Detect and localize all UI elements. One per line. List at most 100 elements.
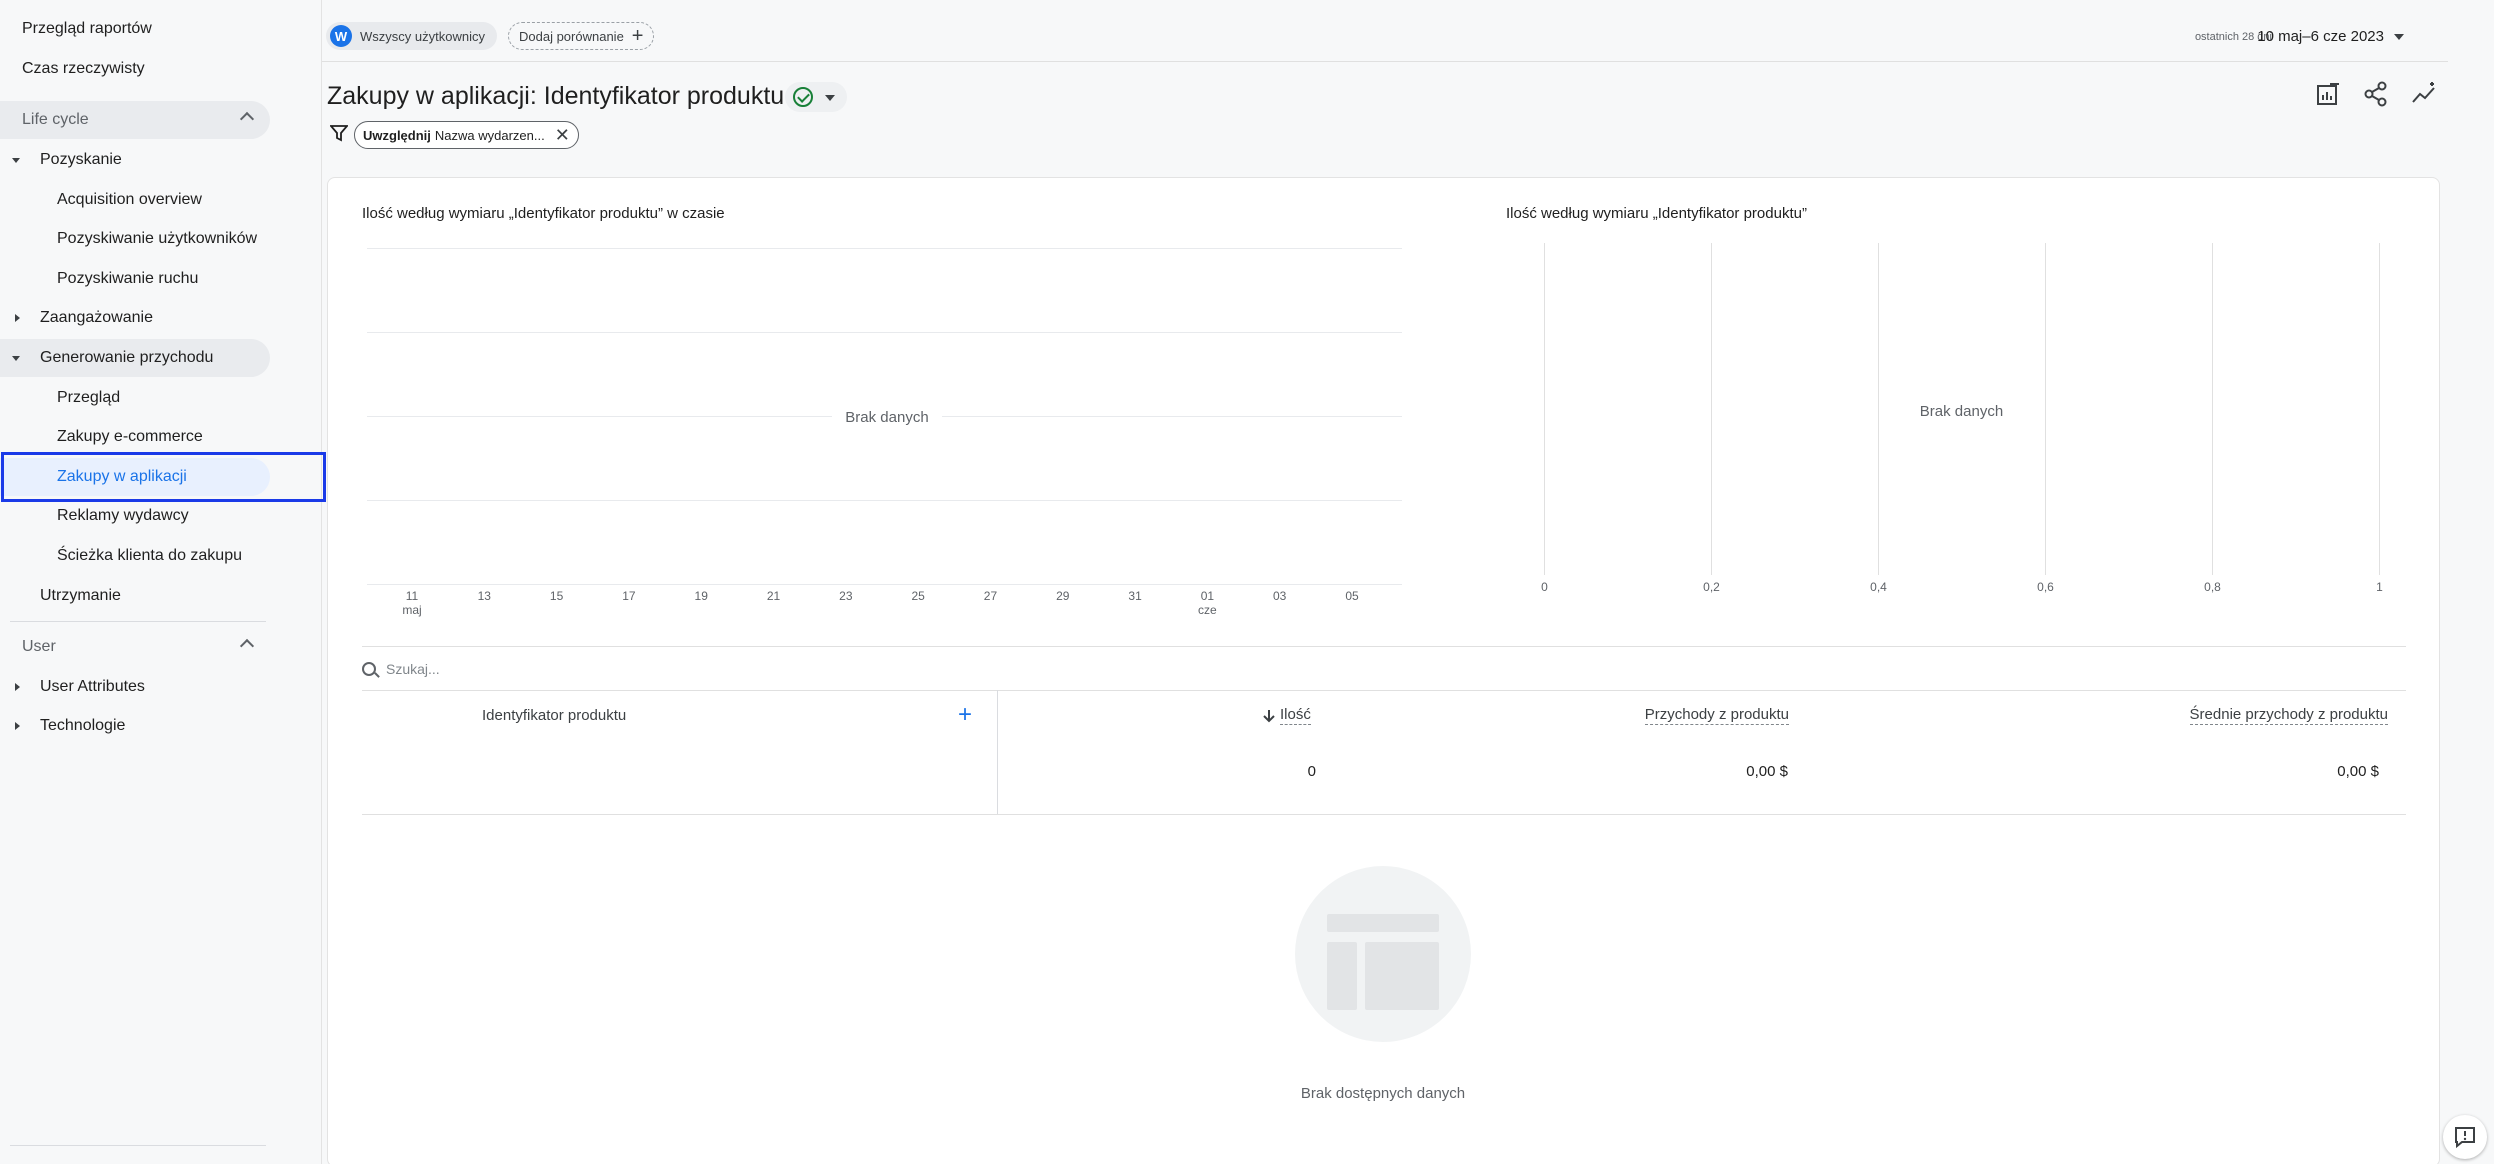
sidebar: Przegląd raportów Czas rzeczywisty Life … xyxy=(0,0,322,1164)
sidebar-item-label: User Attributes xyxy=(40,678,145,695)
sidebar-item-purchase-journey[interactable]: Ścieżka klienta do zakupu xyxy=(0,537,270,575)
caret-right-icon xyxy=(15,722,20,730)
sidebar-item-label: Zaangażowanie xyxy=(40,309,153,326)
no-data-label: Brak danych xyxy=(1920,403,2003,420)
sidebar-item-publisher-ads[interactable]: Reklamy wydawcy xyxy=(0,497,270,535)
add-comparison-button[interactable]: Dodaj porównanie + xyxy=(508,22,655,50)
header-divider xyxy=(322,61,2448,62)
caret-down-icon xyxy=(12,356,20,361)
feedback-button[interactable] xyxy=(2443,1115,2487,1159)
x-tick-label: 19 xyxy=(695,589,709,603)
caret-down-icon[interactable] xyxy=(2394,34,2404,40)
sidebar-item-monetization-overview[interactable]: Przegląd xyxy=(0,379,270,417)
sidebar-item-monetization[interactable]: Generowanie przychodu xyxy=(0,339,270,377)
empty-state-text: Brak dostępnych danych xyxy=(1300,1085,1466,1102)
sidebar-item-acquisition[interactable]: Pozyskanie xyxy=(0,141,270,179)
chart-divider xyxy=(362,646,2406,647)
no-data-label: Brak danych xyxy=(845,409,928,426)
filter-icon[interactable] xyxy=(330,124,348,142)
sidebar-item-realtime[interactable]: Czas rzeczywisty xyxy=(0,50,270,88)
sidebar-item-label: Pozyskiwanie użytkowników xyxy=(57,230,258,247)
date-range-picker[interactable]: 10 maj–6 cze 2023 xyxy=(2257,28,2384,45)
add-dimension-icon[interactable]: + xyxy=(958,703,972,727)
caret-down-icon xyxy=(825,95,835,101)
sidebar-item-label: Acquisition overview xyxy=(57,191,202,208)
caret-right-icon xyxy=(15,314,20,322)
column-divider xyxy=(997,690,998,814)
sidebar-item-label: Ścieżka klienta do zakupu xyxy=(57,547,242,564)
x-tick-label: 1 xyxy=(2376,580,2383,594)
illustration-block xyxy=(1327,914,1439,932)
x-tick-label: 0,6 xyxy=(2037,580,2054,594)
column-header-product-id[interactable]: Identyfikator produktu xyxy=(482,707,626,724)
filter-chip[interactable]: Uwzględnij Nazwa wydarzen... ✕ xyxy=(354,121,579,149)
sidebar-item-label: Przegląd xyxy=(57,389,121,406)
sidebar-item-label: Pozyskanie xyxy=(40,151,122,168)
highlight-box xyxy=(1,452,326,502)
sidebar-section-user[interactable]: User xyxy=(0,628,270,666)
total-quantity: 0 xyxy=(1307,763,1316,780)
sidebar-item-label: Reklamy wydawcy xyxy=(57,507,189,524)
line-chart-title: Ilość według wymiaru „Identyfikator prod… xyxy=(362,205,725,222)
x-tick-label: 29 xyxy=(1056,589,1070,603)
x-tick-label: 17 xyxy=(622,589,636,603)
x-tick-label: 0,8 xyxy=(2204,580,2221,594)
caret-down-icon xyxy=(12,158,20,163)
insights-icon[interactable] xyxy=(2410,80,2438,108)
sidebar-item-label: Zakupy e-commerce xyxy=(57,428,203,445)
segment-label: Wszyscy użytkownicy xyxy=(360,28,485,44)
total-avg-product-revenue: 0,00 $ xyxy=(2337,763,2379,780)
sidebar-item-label: Generowanie przychodu xyxy=(40,349,214,366)
x-tick-label: 03 xyxy=(1273,589,1287,603)
sidebar-item-retention[interactable]: Utrzymanie xyxy=(0,577,270,615)
chevron-up-icon xyxy=(239,111,255,127)
sidebar-item-label: Czas rzeczywisty xyxy=(22,60,145,77)
sidebar-item-acquisition-overview[interactable]: Acquisition overview xyxy=(0,181,270,219)
sidebar-item-technology[interactable]: Technologie xyxy=(0,707,270,745)
table-search xyxy=(362,652,762,686)
arrow-down-icon xyxy=(1263,709,1275,722)
x-tick-label: 13 xyxy=(478,589,492,603)
sidebar-item-engagement[interactable]: Zaangażowanie xyxy=(0,299,270,337)
filter-chip-text: Nazwa wydarzen... xyxy=(434,127,545,143)
table-header-divider xyxy=(362,690,2406,691)
sidebar-item-user-acquisition[interactable]: Pozyskiwanie użytkowników xyxy=(0,220,270,258)
sidebar-item-label: Technologie xyxy=(40,717,126,734)
close-icon[interactable]: ✕ xyxy=(555,126,570,144)
caret-right-icon xyxy=(15,683,20,691)
sidebar-item-label: Przegląd raportów xyxy=(22,20,152,37)
sidebar-item-label: Pozyskiwanie ruchu xyxy=(57,270,199,287)
sidebar-divider xyxy=(10,1145,266,1146)
column-header-quantity[interactable]: Ilość xyxy=(1262,706,1311,725)
share-icon[interactable] xyxy=(2362,80,2390,108)
column-header-product-revenue[interactable]: Przychody z produktu xyxy=(1644,706,1789,725)
x-tick-label: 31 xyxy=(1128,589,1142,603)
x-tick-label: 27 xyxy=(984,589,998,603)
title-status-dropdown[interactable] xyxy=(785,82,847,112)
customize-report-icon[interactable] xyxy=(2314,80,2342,108)
column-header-avg-product-revenue[interactable]: Średnie przychody z produktu xyxy=(2189,706,2388,725)
bar-chart: 0 0,2 0,4 0,6 0,8 1 Brak danych xyxy=(1541,243,2383,594)
x-tick-label: 0,2 xyxy=(1703,580,1720,594)
sidebar-item-ecommerce-purchases[interactable]: Zakupy e-commerce xyxy=(0,418,270,456)
feedback-icon xyxy=(2455,1127,2475,1149)
line-chart: 11maj 13 15 17 19 21 23 25 27 29 31 01cze 03 05 Brak d… xyxy=(367,248,1402,617)
search-input[interactable] xyxy=(386,661,686,677)
add-comparison-label: Dodaj porównanie xyxy=(519,28,624,44)
x-tick-label: 01 xyxy=(1201,589,1215,603)
page-title: Zakupy w aplikacji: Identyfikator produk… xyxy=(327,82,785,110)
avatar: W xyxy=(330,25,352,47)
x-tick-label: 05 xyxy=(1345,589,1359,603)
x-tick-label: 23 xyxy=(839,589,853,603)
sidebar-section-lifecycle[interactable]: Life cycle xyxy=(0,101,270,139)
sidebar-item-traffic-acquisition[interactable]: Pozyskiwanie ruchu xyxy=(0,260,270,298)
sidebar-item-label: Utrzymanie xyxy=(40,587,121,604)
x-tick-sublabel: maj xyxy=(402,603,421,617)
x-tick-label: 11 xyxy=(406,589,419,603)
sidebar-item-reports-overview[interactable]: Przegląd raportów xyxy=(0,10,270,48)
chevron-up-icon xyxy=(239,638,255,654)
sidebar-item-user-attributes[interactable]: User Attributes xyxy=(0,668,270,706)
empty-state-illustration xyxy=(1295,866,1471,1042)
segment-chip[interactable]: W Wszyscy użytkownicy xyxy=(326,22,497,50)
illustration-block xyxy=(1327,942,1357,1010)
